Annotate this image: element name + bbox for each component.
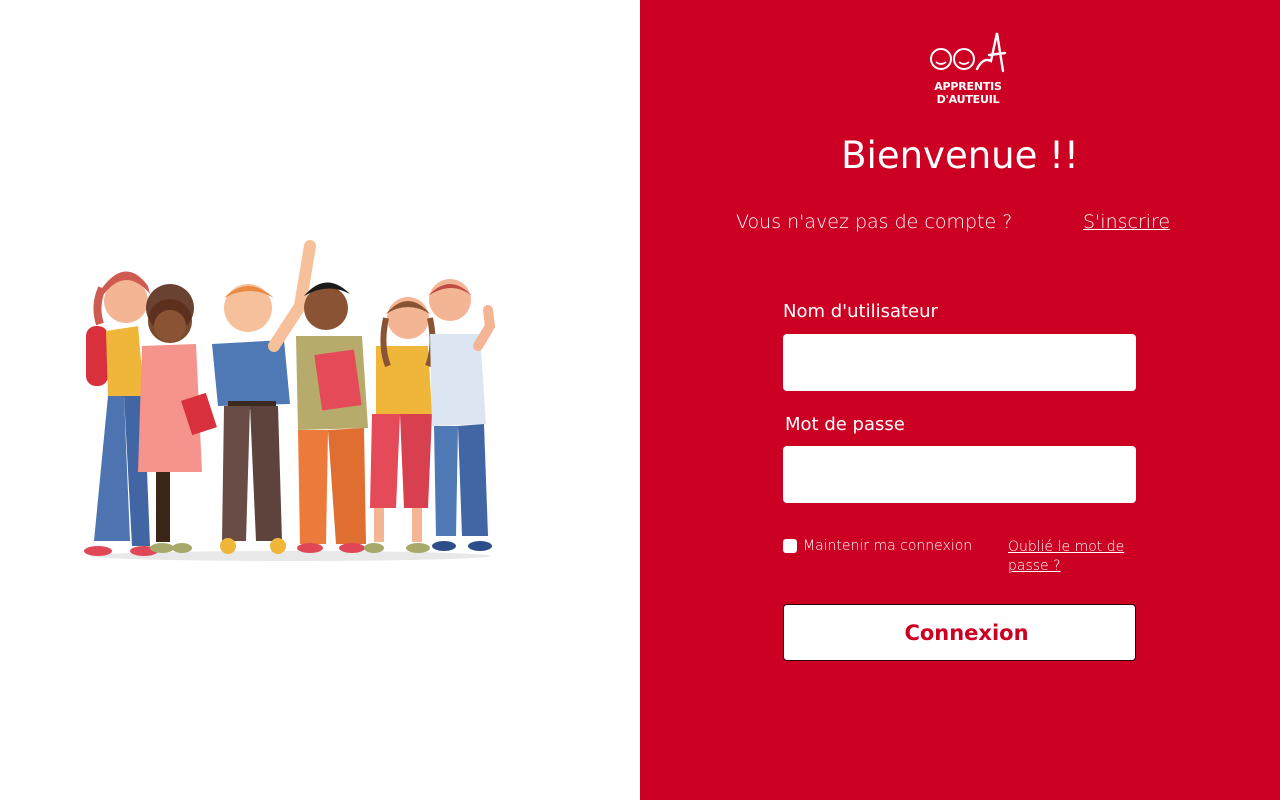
children-faces-icon (930, 32, 1007, 73)
illustration-panel (0, 0, 640, 800)
username-label: Nom d'utilisateur (783, 301, 938, 322)
login-button[interactable]: Connexion (783, 604, 1136, 661)
signup-link[interactable]: S'inscrire (1083, 211, 1170, 233)
apprentis-dauteuil-logo: APPRENTIS D'AUTEUIL (925, 27, 1011, 111)
no-account-text: Vous n'avez pas de compte ? (736, 211, 1013, 233)
password-label: Mot de passe (785, 414, 905, 435)
page-title: Bienvenue !! (841, 134, 1079, 177)
students-group-illustration (84, 240, 496, 561)
password-input[interactable] (783, 446, 1136, 503)
forgot-password-link[interactable]: Oublié le mot de passe ? (1008, 538, 1148, 576)
login-panel: APPRENTIS D'AUTEUIL Bienvenue !! Vous n'… (640, 0, 1280, 800)
logo-wordmark: APPRENTIS D'AUTEUIL (925, 80, 1011, 106)
remember-me-label: Maintenir ma connexion (803, 538, 973, 554)
logo-line-1: APPRENTIS (934, 80, 1002, 93)
remember-me-row: Maintenir ma connexion (783, 538, 972, 554)
logo-line-2: D'AUTEUIL (936, 93, 1000, 106)
remember-me-checkbox[interactable] (783, 539, 797, 553)
username-input[interactable] (783, 334, 1136, 391)
